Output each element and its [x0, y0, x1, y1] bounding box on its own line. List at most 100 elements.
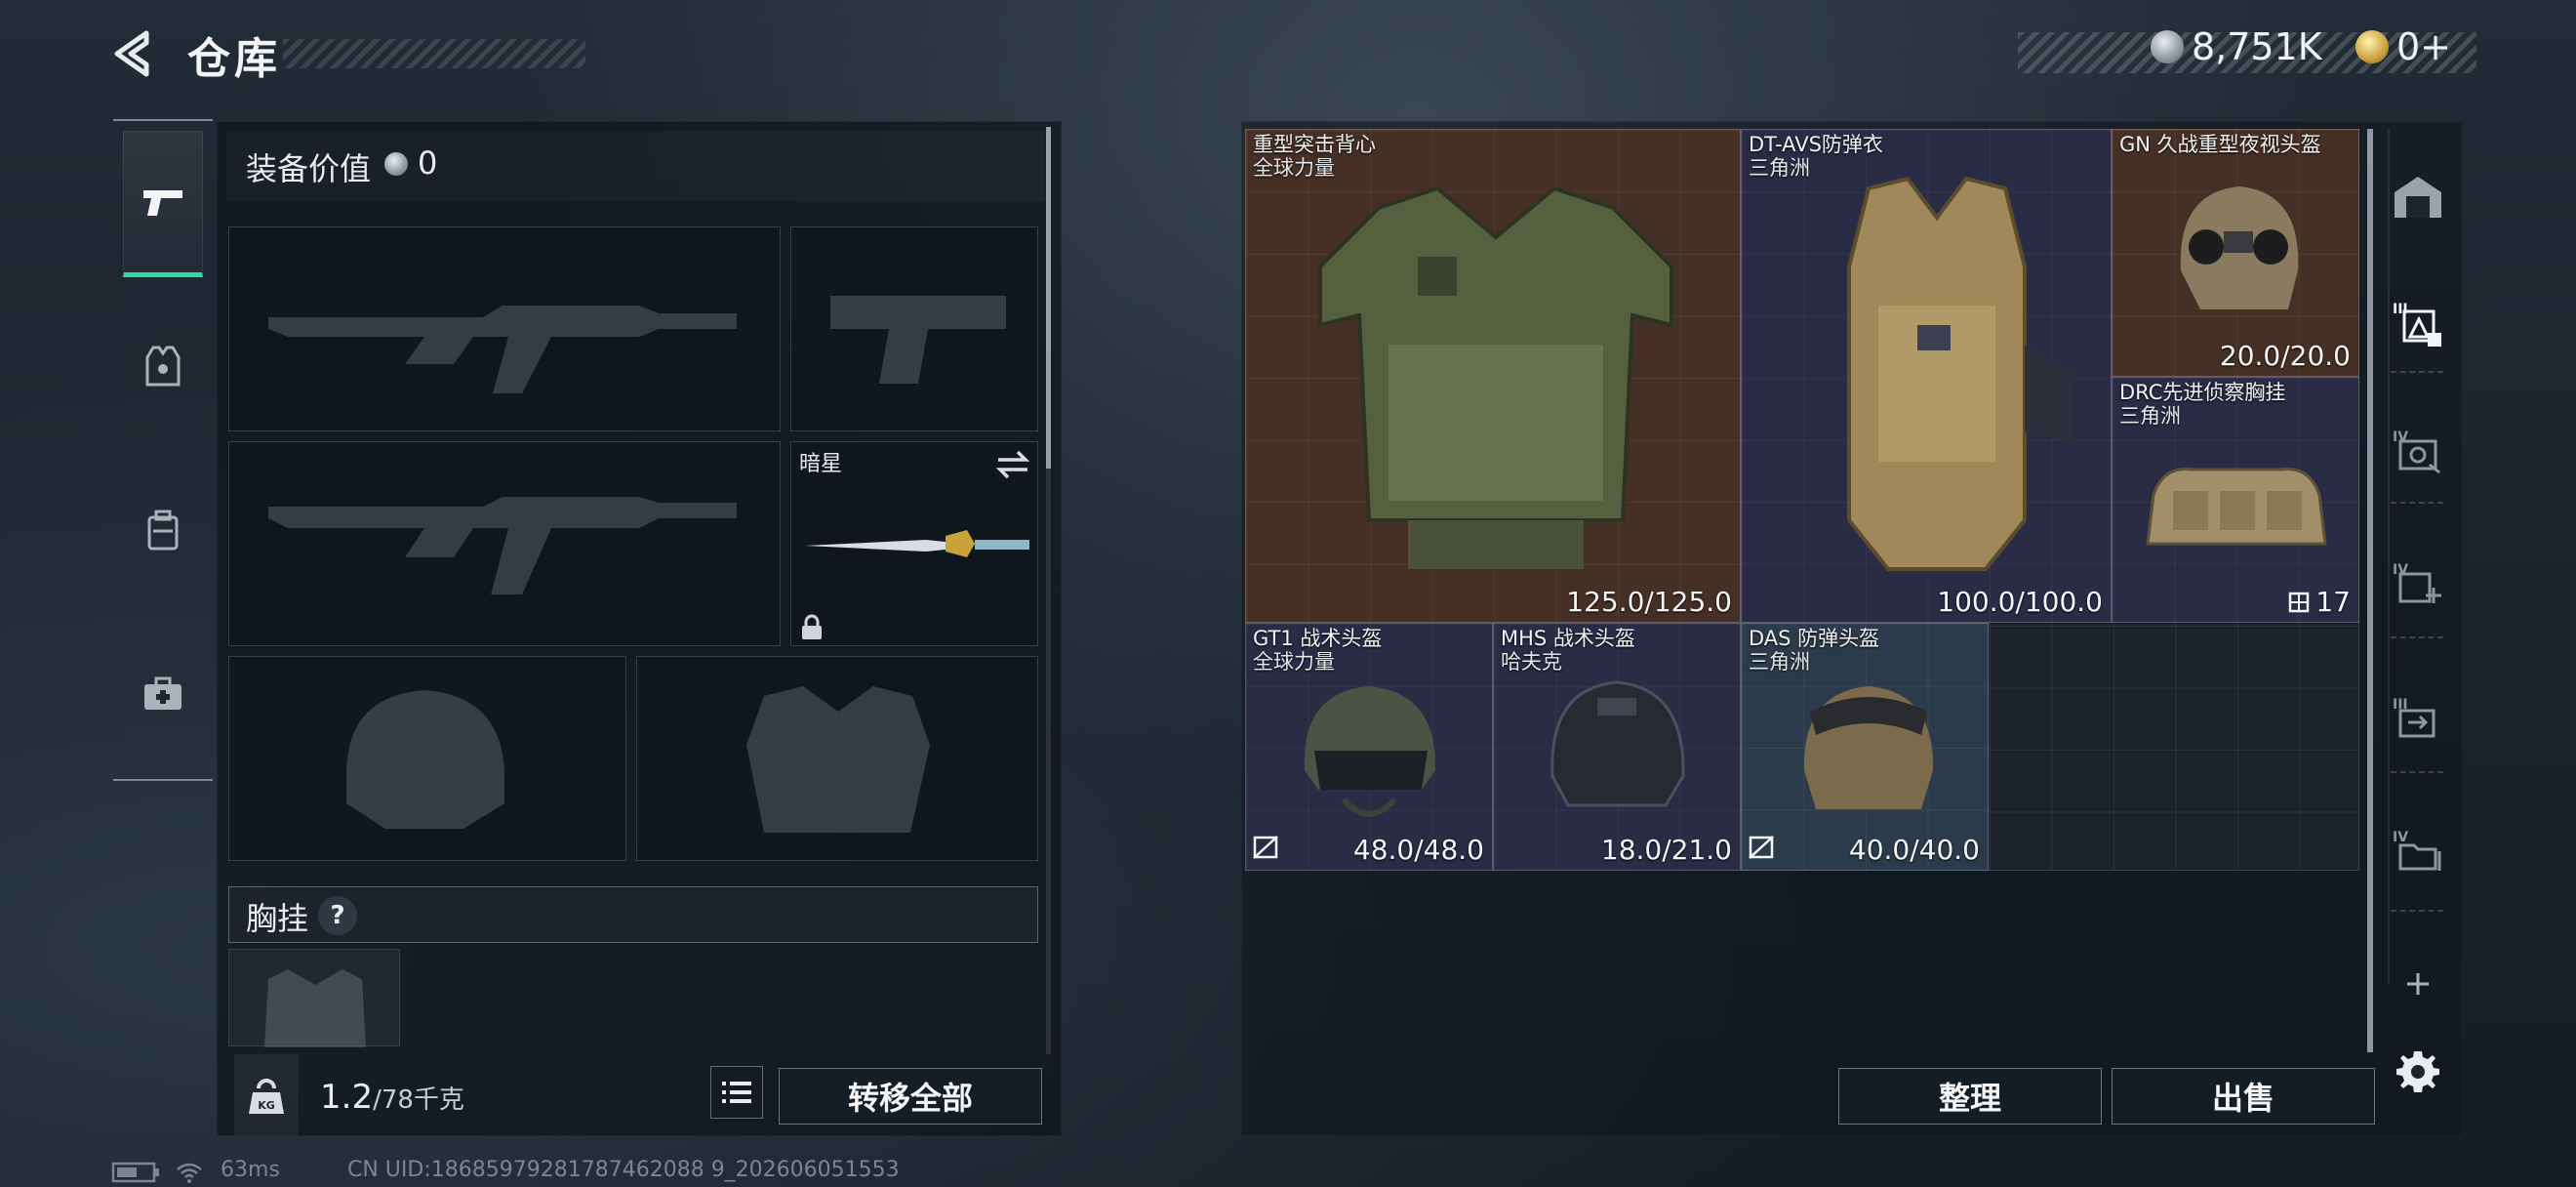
helmet-slot[interactable] [228, 656, 626, 861]
sort-button[interactable]: 整理 [1838, 1068, 2102, 1125]
stash-tab-3[interactable]: IV [2389, 554, 2447, 613]
silver-amount: 8,751K [2192, 25, 2322, 68]
stash-tab-1[interactable]: III [2389, 295, 2447, 353]
item-name: GT1 战术头盔 [1253, 627, 1383, 650]
item-faction: 全球力量 [1253, 650, 1335, 674]
stash-item-mhs-helmet[interactable]: MHS 战术头盔 哈夫克 18.0/21.0 [1493, 623, 1741, 871]
weight-readout: 1.2/78千克 [320, 1078, 464, 1117]
tabs-top-divider [113, 119, 213, 121]
item-faction: 三角洲 [2119, 404, 2181, 428]
primary-weapon-slot[interactable] [228, 226, 781, 431]
item-name: GN 久战重型夜视头盔 [2119, 133, 2321, 156]
item-name: MHS 战术头盔 [1501, 627, 1635, 650]
pistol-icon [143, 190, 182, 216]
armor-slot[interactable] [636, 656, 1038, 861]
sidearm-slot[interactable] [790, 226, 1038, 431]
stash-item-heavy-assault-vest[interactable]: 重型突击背心 全球力量 125.0/125.0 [1245, 129, 1741, 623]
item-durability: 18.0/21.0 [1600, 834, 1732, 866]
help-icon[interactable]: ? [318, 896, 357, 935]
weight-current: 1.2 [320, 1078, 374, 1117]
item-name: DAS 防弹头盔 [1749, 627, 1880, 650]
item-name: 重型突击背心 [1253, 133, 1376, 156]
chest-rig-slot[interactable] [228, 949, 400, 1047]
value-coin-icon [384, 152, 408, 176]
svg-text:KG: KG [258, 1099, 275, 1112]
loadout-scrollbar-thumb[interactable] [1046, 127, 1051, 469]
vest-icon [145, 346, 181, 387]
stash-item-dt-avs-armor[interactable]: DT-AVS防弹衣 三角洲 100.0/100.0 [1741, 129, 2112, 623]
title-stripe-decoration [283, 39, 585, 68]
pistol-silhouette-icon [830, 296, 1006, 384]
tab-medical[interactable] [123, 621, 203, 767]
helmet-icon [2180, 186, 2299, 309]
gear-icon [2396, 1051, 2439, 1092]
list-view-button[interactable] [710, 1066, 763, 1119]
item-faction: 三角洲 [1749, 650, 1810, 674]
weight-indicator: KG [234, 1054, 299, 1136]
chest-rig-label: 胸挂 [246, 900, 309, 937]
plus-icon [2407, 973, 2429, 995]
medkit-icon [144, 676, 181, 710]
helmet-icon [1550, 680, 1685, 807]
swap-icon[interactable] [994, 448, 1031, 481]
helmet-icon [1304, 686, 1436, 817]
gold-amount: 0+ [2396, 25, 2452, 68]
stash-item-gn-nv-helmet[interactable]: GN 久战重型夜视头盔 20.0/20.0 [2112, 129, 2359, 377]
svg-text:IV: IV [2393, 830, 2408, 845]
no-insurance-icon [1252, 835, 1279, 864]
melee-slot[interactable]: 暗星 [790, 441, 1038, 646]
tab-equipment[interactable] [123, 293, 203, 439]
add-stash-button[interactable] [2389, 955, 2447, 1013]
battery-icon [111, 1162, 159, 1183]
armor-silhouette-icon [746, 686, 930, 833]
stash-item-das-helmet[interactable]: DAS 防弹头盔 三角洲 40.0/40.0 [1741, 623, 1989, 871]
stash-tab-5[interactable]: IV [2389, 822, 2447, 880]
chest-rig-icon [2146, 468, 2327, 546]
stash-item-drc-chest-rig[interactable]: DRC先进侦察胸挂 三角洲 17 [2112, 377, 2359, 623]
secondary-weapon-slot[interactable] [228, 441, 781, 646]
warehouse-icon [2395, 177, 2441, 218]
tab-backpack[interactable] [123, 457, 203, 603]
item-count: 17 [2315, 586, 2351, 618]
sell-button[interactable]: 出售 [2112, 1068, 2375, 1125]
stash-page-2-icon: IV [2393, 430, 2440, 474]
item-faction: 三角洲 [1749, 156, 1810, 180]
stash-page-4-icon: III [2393, 697, 2435, 738]
chest-rig-silhouette-icon [264, 969, 366, 1047]
stash-item-gt1-helmet[interactable]: GT1 战术头盔 全球力量 48.0/48.0 [1245, 623, 1493, 871]
settings-button[interactable] [2389, 1043, 2447, 1101]
equipment-value-label: 装备价值 [246, 150, 372, 187]
item-faction: 全球力量 [1253, 156, 1335, 180]
ping-readout: 63ms [221, 1158, 280, 1182]
tab-weapons[interactable] [123, 131, 203, 277]
no-insurance-icon [1748, 835, 1775, 864]
list-icon [722, 1082, 751, 1103]
item-durability: 40.0/40.0 [1848, 834, 1980, 866]
item-name: DT-AVS防弹衣 [1749, 133, 1883, 156]
separator [2391, 910, 2443, 912]
separator [2391, 636, 2443, 638]
tabs-bottom-divider [113, 779, 213, 781]
rifle-silhouette-icon [268, 497, 737, 594]
melee-name: 暗星 [799, 452, 843, 476]
back-arrow-icon[interactable] [109, 29, 158, 78]
stash-scrollbar[interactable] [2367, 129, 2373, 1052]
helmet-silhouette-icon [346, 690, 504, 829]
stash-tab-2[interactable]: IV [2389, 422, 2447, 480]
lock-icon [802, 614, 822, 639]
stash-tab-4[interactable]: III [2389, 689, 2447, 748]
item-durability: 48.0/48.0 [1352, 834, 1484, 866]
transfer-all-button[interactable]: 转移全部 [779, 1068, 1042, 1125]
backpack-icon [147, 510, 179, 551]
item-durability: 20.0/20.0 [2219, 340, 2351, 372]
silver-currency[interactable]: 8,751K [2151, 25, 2322, 68]
gold-currency[interactable]: 0+ [2355, 25, 2451, 68]
separator [2391, 371, 2443, 373]
armor-vest-icon [1318, 185, 1673, 569]
item-name: DRC先进侦察胸挂 [2119, 381, 2286, 404]
item-durability: 125.0/125.0 [1566, 586, 1732, 618]
grid-capacity-icon [2289, 592, 2310, 612]
wifi-icon [177, 1163, 202, 1183]
helmet-icon [1803, 686, 1934, 809]
stash-tab-main[interactable] [2389, 168, 2447, 226]
